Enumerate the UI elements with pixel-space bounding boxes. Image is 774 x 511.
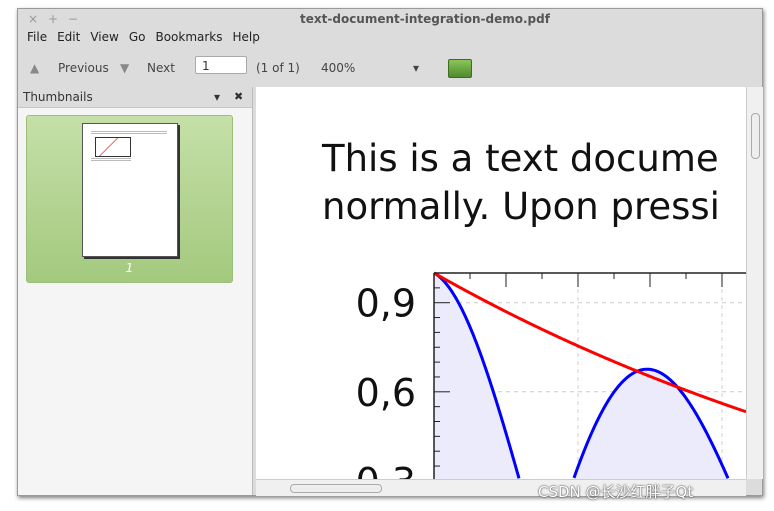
chevron-down-icon[interactable]: ▾ bbox=[413, 61, 419, 75]
sidebar-title[interactable]: Thumbnails bbox=[23, 90, 93, 104]
thumbnail-item[interactable]: 1 bbox=[26, 115, 233, 283]
menu-bookmarks[interactable]: Bookmarks bbox=[150, 30, 227, 48]
menu-bar: File Edit View Go Bookmarks Help bbox=[22, 30, 265, 48]
y-tick-label: 0,3 bbox=[356, 460, 416, 479]
arrow-up-icon[interactable]: ▲ bbox=[30, 61, 39, 75]
scrollbar-thumb[interactable] bbox=[751, 113, 760, 159]
y-tick-label: 0,6 bbox=[356, 371, 416, 415]
folder-icon[interactable] bbox=[448, 59, 472, 78]
menu-view[interactable]: View bbox=[85, 30, 123, 48]
page-count: (1 of 1) bbox=[256, 61, 300, 75]
next-button[interactable]: Next bbox=[147, 61, 175, 75]
menu-edit[interactable]: Edit bbox=[52, 30, 85, 48]
scrollbar-thumb[interactable] bbox=[290, 484, 382, 493]
page-thumbnail bbox=[82, 123, 178, 257]
menu-go[interactable]: Go bbox=[124, 30, 151, 48]
window-title: text-document-integration-demo.pdf bbox=[300, 12, 550, 26]
menu-help[interactable]: Help bbox=[228, 30, 265, 48]
page-number-input[interactable]: 1 bbox=[195, 56, 247, 74]
chevron-down-icon[interactable]: ▾ bbox=[214, 90, 220, 104]
document-view[interactable]: This is a text docume normally. Upon pre… bbox=[256, 87, 746, 479]
sidebar-header: Thumbnails ▾ ✖ bbox=[18, 87, 252, 108]
pdf-viewer-window: × + − text-document-integration-demo.pdf… bbox=[17, 8, 763, 496]
y-tick-label: 0,9 bbox=[356, 282, 416, 326]
sidebar: Thumbnails ▾ ✖ 1 bbox=[18, 87, 253, 495]
zoom-select[interactable]: 400% bbox=[321, 61, 355, 75]
title-bar: × + − text-document-integration-demo.pdf bbox=[18, 9, 762, 29]
menu-file[interactable]: File bbox=[22, 30, 52, 48]
thumbnail-page-number: 1 bbox=[125, 261, 134, 275]
vertical-scrollbar[interactable] bbox=[746, 87, 763, 479]
document-chart: 0,9 0,6 0,3 bbox=[356, 271, 746, 479]
toolbar: ▲ Previous ▼ Next 1 (1 of 1) 400% ▾ bbox=[18, 53, 762, 83]
close-icon[interactable]: ✖ bbox=[234, 90, 243, 103]
area-fill bbox=[434, 273, 746, 479]
previous-button[interactable]: Previous bbox=[58, 61, 109, 75]
arrow-down-icon[interactable]: ▼ bbox=[120, 61, 129, 75]
watermark: CSDN @长沙红胖子Qt bbox=[538, 483, 694, 501]
